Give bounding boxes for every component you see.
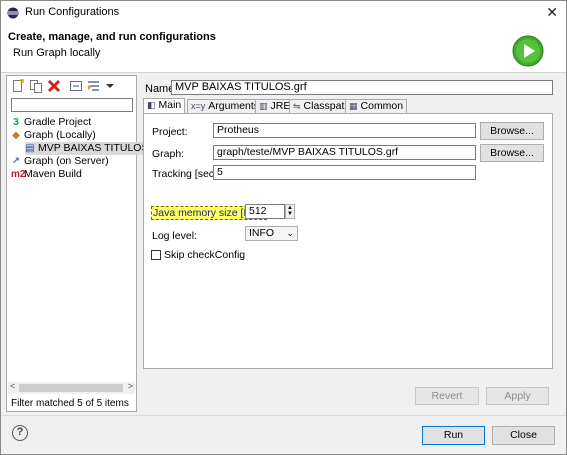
revert-button[interactable]: Revert	[415, 387, 479, 405]
browse-graph-button[interactable]: Browse...	[480, 144, 544, 162]
footer-divider	[1, 415, 566, 416]
loglevel-label: Log level:	[152, 230, 197, 242]
filter-input[interactable]	[11, 98, 133, 112]
duplicate-icon[interactable]	[29, 79, 43, 93]
graph-input[interactable]: graph/teste/MVP BAIXAS TITULOS.grf	[213, 145, 476, 160]
loglevel-select[interactable]: INFO ⌄	[245, 226, 298, 241]
tree-item[interactable]: ↗ Graph (on Server)	[11, 155, 109, 168]
config-toolbar	[9, 78, 135, 96]
scroll-right-icon[interactable]: >	[128, 381, 133, 391]
tab-label: Classpath	[303, 100, 351, 112]
title-bar: Run Configurations ✕	[1, 1, 566, 25]
run-configurations-window: Run Configurations ✕ Create, manage, and…	[0, 0, 567, 455]
graph-server-icon: ↗	[11, 156, 21, 167]
horizontal-scrollbar[interactable]: < >	[8, 381, 135, 394]
graph-label: Graph:	[152, 148, 185, 160]
tab-label: Arguments	[208, 100, 260, 112]
window-title: Run Configurations	[25, 6, 120, 18]
gradle-icon: 3	[13, 117, 19, 128]
tab-arguments[interactable]: x=y Arguments	[187, 99, 264, 113]
chevron-down-icon: ⌄	[286, 228, 294, 238]
filter-icon[interactable]	[87, 79, 101, 93]
project-label: Project:	[152, 126, 188, 138]
new-config-icon[interactable]	[11, 79, 25, 93]
graph-file-icon: ▤	[25, 143, 35, 154]
tab-classpath-icon: ⇋	[293, 101, 301, 111]
skip-checkconfig-label: Skip checkConfig	[164, 249, 246, 261]
collapse-all-icon[interactable]	[69, 79, 83, 93]
browse-project-button[interactable]: Browse...	[480, 122, 544, 140]
loglevel-value: INFO	[249, 227, 275, 239]
main-tab-panel: Project: Protheus Browse... Graph: graph…	[143, 113, 553, 369]
tree-item-label: Graph (Locally)	[24, 129, 96, 141]
tree-item[interactable]: 3 Gradle Project	[11, 116, 91, 129]
tab-arguments-icon: x=y	[191, 101, 206, 111]
close-icon[interactable]: ✕	[546, 4, 558, 21]
scroll-left-icon[interactable]: <	[10, 381, 15, 391]
dialog-header: Create, manage, and run configurations R…	[1, 25, 566, 73]
maven-icon: m2	[11, 169, 26, 180]
header-title: Create, manage, and run configurations	[8, 31, 216, 43]
tree-item-label: Maven Build	[24, 168, 82, 180]
run-button[interactable]: Run	[422, 426, 485, 445]
tracking-input[interactable]: 5	[213, 165, 476, 180]
project-input[interactable]: Protheus	[213, 123, 476, 138]
config-list-pane: 3 Gradle Project ◆ Graph (Locally) ▤ MVP BAIX…	[6, 75, 164, 412]
tab-common[interactable]: ▦ Common	[345, 99, 408, 113]
filter-status: Filter matched 5 of 5 items	[11, 398, 129, 409]
chevron-down-icon[interactable]	[103, 79, 117, 93]
tab-common-icon: ▦	[349, 101, 358, 111]
tree-item-label: Gradle Project	[24, 116, 92, 128]
apply-button[interactable]: Apply	[486, 387, 549, 405]
tab-label: JRE	[270, 100, 291, 112]
graph-icon: ◆	[12, 130, 20, 141]
delete-icon[interactable]	[47, 79, 61, 93]
run-icon	[512, 35, 544, 67]
tree-item[interactable]: ◆ Graph (Locally)	[11, 129, 96, 142]
tab-label: Main	[158, 99, 182, 111]
header-subtitle: Run Graph locally	[13, 47, 101, 59]
eclipse-icon	[7, 7, 19, 19]
tree-item[interactable]: m2Maven Build	[11, 168, 82, 181]
tab-label: Common	[360, 100, 404, 112]
close-button[interactable]: Close	[492, 426, 555, 445]
tab-jre-icon: ▥	[259, 101, 268, 111]
tab-main[interactable]: ◧ Main	[143, 98, 186, 114]
memory-input[interactable]: 512	[245, 204, 285, 219]
help-icon[interactable]: ?	[12, 425, 28, 441]
name-input[interactable]: MVP BAIXAS TITULOS.grf	[171, 80, 553, 95]
skip-checkconfig-checkbox[interactable]	[151, 250, 161, 260]
tree-item-label: Graph (on Server)	[24, 155, 109, 167]
memory-stepper[interactable]: ▲ ▼	[285, 204, 295, 219]
scroll-thumb[interactable]	[19, 384, 123, 392]
tab-main-icon: ◧	[147, 100, 156, 110]
